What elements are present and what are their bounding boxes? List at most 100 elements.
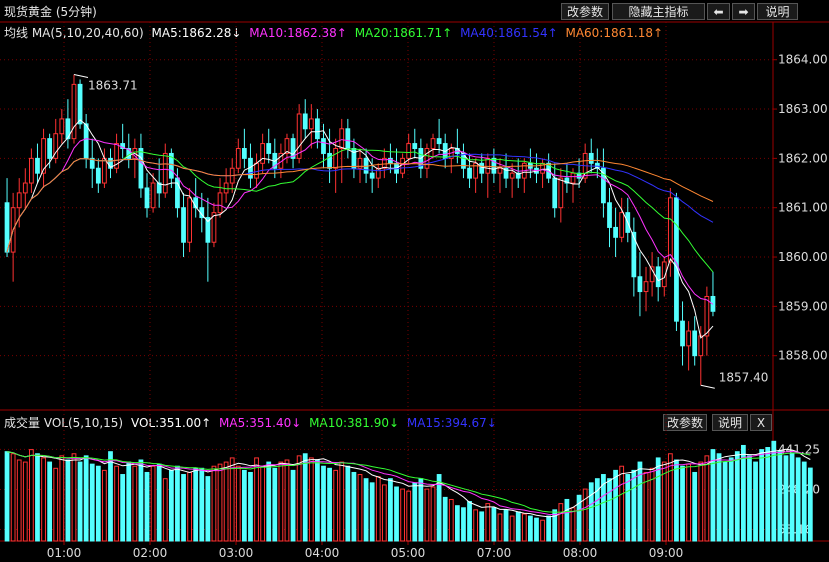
candle-body — [181, 207, 186, 243]
volume-bar — [339, 461, 345, 542]
high-annotation: 1863.71 — [88, 79, 138, 93]
volume-bar — [278, 461, 284, 542]
candle-body — [266, 143, 272, 154]
volume-bar — [211, 465, 217, 542]
candle-body — [102, 157, 107, 184]
time-tick-label: 09:00 — [649, 546, 684, 560]
volume-bar — [765, 447, 771, 542]
volume-bar — [296, 455, 302, 542]
candle-body — [467, 167, 472, 179]
volume-bar — [175, 465, 180, 542]
time-tick-label: 03:00 — [219, 546, 254, 560]
volume-bar — [168, 469, 174, 542]
volume-bar — [528, 515, 533, 542]
volume-bar — [150, 465, 156, 542]
candle-body — [558, 177, 564, 209]
price-tick-label: 1860.00 — [778, 250, 828, 264]
candle-body — [686, 330, 692, 347]
volume-bar — [795, 457, 801, 542]
candle-body — [412, 143, 418, 150]
volume-bar — [71, 453, 77, 542]
volume-bar — [564, 498, 570, 542]
volume-bar — [381, 484, 387, 542]
candle-body — [83, 123, 89, 159]
volume-bar — [241, 469, 247, 542]
volume-bar — [406, 490, 412, 542]
volume-bar — [789, 453, 795, 542]
volume-bar — [594, 478, 600, 542]
candle-body — [315, 118, 320, 140]
volume-bar — [290, 469, 296, 542]
candle-body — [637, 276, 643, 293]
time-tick-label: 08:00 — [563, 546, 598, 560]
candle-body — [497, 167, 503, 174]
volume-bar — [321, 465, 326, 542]
candle-body — [95, 167, 101, 184]
volume-bar — [625, 474, 631, 542]
candle-body — [485, 157, 491, 174]
price-tick-label: 1859.00 — [778, 299, 828, 313]
volume-bar — [35, 453, 40, 542]
volume-bar — [235, 465, 241, 542]
volume-bar — [327, 467, 332, 542]
volume-bar — [95, 465, 101, 542]
candle-body — [345, 128, 351, 150]
candle-body — [436, 138, 442, 145]
candle-body — [302, 113, 308, 130]
candle-body — [150, 182, 156, 209]
candle-body — [296, 113, 302, 159]
volume-bar — [369, 482, 375, 542]
volume-bar — [631, 469, 637, 542]
volume-bar — [704, 455, 710, 542]
volume-bar — [333, 469, 339, 542]
candle-body — [71, 83, 77, 140]
volume-bar — [47, 461, 53, 542]
candle-body — [144, 187, 150, 209]
candle-body — [22, 182, 28, 194]
volume-bar — [248, 471, 253, 542]
volume-bar — [619, 465, 625, 542]
volume-bar — [716, 453, 722, 542]
volume-bar — [126, 461, 132, 542]
candle-body — [16, 192, 22, 209]
volume-bar — [807, 467, 813, 542]
candle-body — [162, 152, 168, 194]
volume-bar — [546, 515, 552, 542]
volume-bar — [680, 465, 685, 542]
candle-body — [509, 172, 515, 179]
candle-body — [424, 148, 430, 169]
volume-bar — [308, 457, 314, 542]
volume-bar — [454, 505, 460, 542]
volume-bar — [515, 511, 521, 542]
volume-bar — [613, 469, 618, 542]
volume-bar — [187, 471, 192, 542]
volume-bar — [266, 461, 272, 542]
candle-body — [28, 157, 34, 184]
volume-bar — [412, 482, 418, 542]
volume-bar — [28, 449, 34, 542]
candle-body — [680, 320, 685, 347]
volume-bar — [588, 482, 594, 542]
volume-bar — [497, 513, 503, 542]
volume-bar — [59, 455, 65, 542]
candle-body — [400, 157, 405, 174]
price-tick-label: 1863.00 — [778, 102, 828, 116]
price-tick-label: 1862.00 — [778, 151, 828, 165]
volume-bar — [485, 503, 491, 542]
volume-bar — [418, 478, 424, 542]
time-tick-label: 02:00 — [133, 546, 168, 560]
candle-body — [47, 138, 53, 159]
volume-bar — [388, 478, 393, 542]
volume-bar — [83, 455, 89, 542]
volume-bar — [491, 507, 497, 542]
volume-bar — [521, 513, 527, 542]
volume-bar — [229, 457, 235, 542]
candle-body — [333, 148, 339, 169]
volume-bar — [734, 451, 740, 542]
volume-bar — [41, 457, 46, 542]
ma40-line — [6, 153, 714, 253]
volume-bar — [120, 474, 126, 542]
volume-bar — [162, 478, 168, 542]
price-tick-label: 1861.00 — [778, 201, 828, 215]
volume-bar — [467, 501, 472, 542]
